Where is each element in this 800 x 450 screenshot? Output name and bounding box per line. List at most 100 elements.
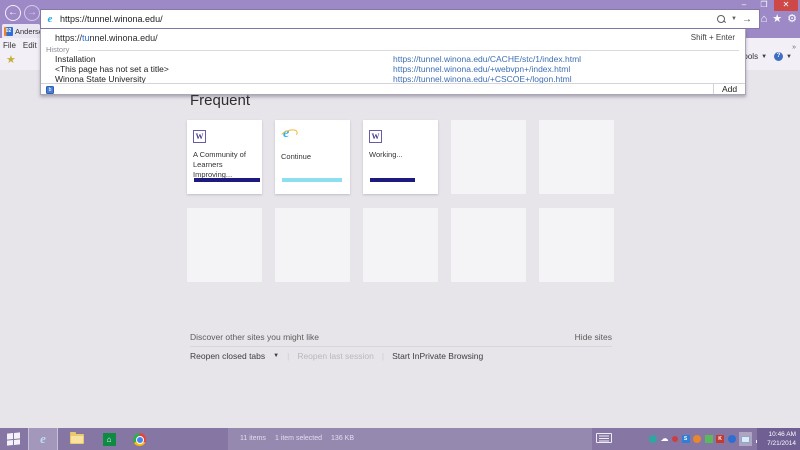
empty-tile xyxy=(539,120,614,194)
frequent-tiles-grid: W A Community of Learners Improving... e… xyxy=(187,120,614,282)
windows-store-icon: ⌂ xyxy=(103,433,116,446)
frequent-tile[interactable]: W A Community of Learners Improving... xyxy=(187,120,262,194)
menu-file[interactable]: File xyxy=(3,41,16,50)
add-search-provider-button[interactable]: Add xyxy=(713,84,745,94)
help-caret-icon: ▼ xyxy=(786,54,792,60)
chrome-icon xyxy=(133,433,146,446)
divider: | xyxy=(287,351,289,361)
minimize-button[interactable]: – xyxy=(734,0,754,11)
clock-date: 7/21/2014 xyxy=(757,439,796,448)
discover-sites-link[interactable]: Discover other sites you might like xyxy=(190,332,319,342)
status-selected-count: 1 item selected xyxy=(275,435,322,442)
hide-sites-link[interactable]: Hide sites xyxy=(575,332,612,342)
green-app-icon[interactable] xyxy=(705,435,713,443)
tray-highlighted-item[interactable] xyxy=(739,432,752,446)
suggestion-match: tu xyxy=(82,33,90,43)
empty-tile xyxy=(275,208,350,282)
frequent-tile[interactable]: W Working... xyxy=(363,120,438,194)
divider xyxy=(190,346,612,347)
empty-tile xyxy=(187,208,262,282)
dropdown-footer: b Add xyxy=(41,83,745,94)
suggestion-rest: nnel.winona.edu/ xyxy=(90,33,158,43)
tile-title: Continue xyxy=(281,152,344,162)
browser-tab[interactable]: 02 Anderso xyxy=(2,24,40,38)
back-icon: ← xyxy=(8,7,18,18)
empty-tile xyxy=(451,120,526,194)
divider: | xyxy=(382,351,384,361)
ie-icon: e xyxy=(40,431,46,447)
ie-page-favicon: e xyxy=(44,13,56,25)
forward-button[interactable]: → xyxy=(24,5,40,21)
red-app-icon[interactable]: K xyxy=(716,435,724,443)
ie-logo-icon: e xyxy=(281,126,296,141)
tile-color-bar xyxy=(370,178,415,182)
network-globe-icon[interactable] xyxy=(649,435,657,443)
winona-favicon: W xyxy=(369,130,382,143)
go-arrow-icon[interactable]: → xyxy=(742,14,752,25)
tab-label: Anderso xyxy=(15,27,40,36)
onedrive-cloud-icon[interactable]: ☁ xyxy=(661,435,669,443)
taskbar-explorer-button[interactable] xyxy=(62,428,92,450)
search-caret-icon[interactable]: ▼ xyxy=(731,16,737,22)
menu-edit[interactable]: Edit xyxy=(23,41,37,50)
explorer-status-text: 11 items 1 item selected 136 KB xyxy=(240,435,354,442)
tile-title: Working... xyxy=(369,150,432,160)
address-bar[interactable]: e https://tunnel.winona.edu/ ▼ → xyxy=(40,9,760,29)
history-item[interactable]: Installation https://tunnel.winona.edu/C… xyxy=(41,54,745,64)
red-status-icon[interactable] xyxy=(672,436,678,442)
tile-color-bar xyxy=(282,178,342,182)
settings-gear-icon[interactable]: ⚙ xyxy=(787,12,797,26)
history-title: <This page has not set a title> xyxy=(55,64,169,74)
tab-favicon: 02 xyxy=(4,27,13,36)
tray-folder-icon xyxy=(741,436,750,443)
shift-enter-hint: Shift + Enter xyxy=(691,33,735,42)
back-button[interactable]: ← xyxy=(5,5,21,21)
tile-title: A Community of Learners Improving... xyxy=(193,150,256,180)
empty-tile xyxy=(363,208,438,282)
close-button[interactable]: ✕ xyxy=(774,0,798,11)
taskbar: e ⌂ 11 items 1 item selected 136 KB ☁ S … xyxy=(0,428,800,450)
skype-icon[interactable]: S xyxy=(682,435,690,443)
taskbar-ie-button[interactable]: e xyxy=(28,428,58,450)
history-group-label: History xyxy=(46,45,69,54)
divider xyxy=(78,50,739,51)
search-icon[interactable] xyxy=(717,15,725,23)
empty-tile xyxy=(451,208,526,282)
bluetooth-icon[interactable] xyxy=(728,435,736,443)
file-explorer-icon xyxy=(70,434,84,444)
home-icon[interactable]: ⌂ xyxy=(761,12,768,26)
winona-favicon: W xyxy=(193,130,206,143)
search-provider-icon[interactable]: b xyxy=(46,86,54,94)
typed-suggestion[interactable]: https://tunnel.winona.edu/ xyxy=(55,33,158,43)
reopen-last-session-link: Reopen last session xyxy=(297,351,374,361)
favorites-bar-star-icon[interactable]: ★ xyxy=(6,53,16,66)
favorites-star-icon[interactable]: ★ xyxy=(772,12,782,26)
address-url[interactable]: https://tunnel.winona.edu/ xyxy=(60,14,714,24)
tile-color-bar xyxy=(194,178,260,182)
history-title: Installation xyxy=(55,54,96,64)
empty-tile xyxy=(539,208,614,282)
chevron-overflow-icon[interactable]: » xyxy=(792,44,796,51)
maximize-button[interactable]: ❐ xyxy=(754,0,774,11)
suggestion-prefix: https:// xyxy=(55,33,82,43)
clock-time: 10:46 AM xyxy=(757,430,796,439)
forward-icon: → xyxy=(27,7,37,18)
touch-keyboard-icon[interactable] xyxy=(596,433,612,443)
start-button[interactable] xyxy=(7,432,20,445)
frequent-tile[interactable]: e Continue xyxy=(275,120,350,194)
reopen-closed-tabs-link[interactable]: Reopen closed tabs xyxy=(190,351,265,361)
desktop-screen: ← → e https://tunnel.winona.edu/ ▼ → ⌂ ★… xyxy=(0,0,800,450)
help-icon[interactable]: ? xyxy=(774,52,783,61)
status-item-count: 11 items xyxy=(240,435,266,442)
status-size: 136 KB xyxy=(331,435,354,442)
reopen-caret-icon: ▼ xyxy=(273,353,279,359)
taskbar-chrome-button[interactable] xyxy=(124,428,154,450)
start-inprivate-link[interactable]: Start InPrivate Browsing xyxy=(392,351,483,361)
history-url: https://tunnel.winona.edu/CACHE/stc/1/in… xyxy=(393,54,581,64)
history-item[interactable]: <This page has not set a title> https://… xyxy=(41,64,745,74)
orange-app-icon[interactable] xyxy=(693,435,701,443)
taskbar-store-button[interactable]: ⌂ xyxy=(94,428,124,450)
taskbar-clock[interactable]: 10:46 AM 7/21/2014 xyxy=(757,428,800,450)
address-autocomplete-dropdown: https://tunnel.winona.edu/ Shift + Enter… xyxy=(40,29,746,95)
history-url: https://tunnel.winona.edu/+webvpn+/index… xyxy=(393,64,570,74)
